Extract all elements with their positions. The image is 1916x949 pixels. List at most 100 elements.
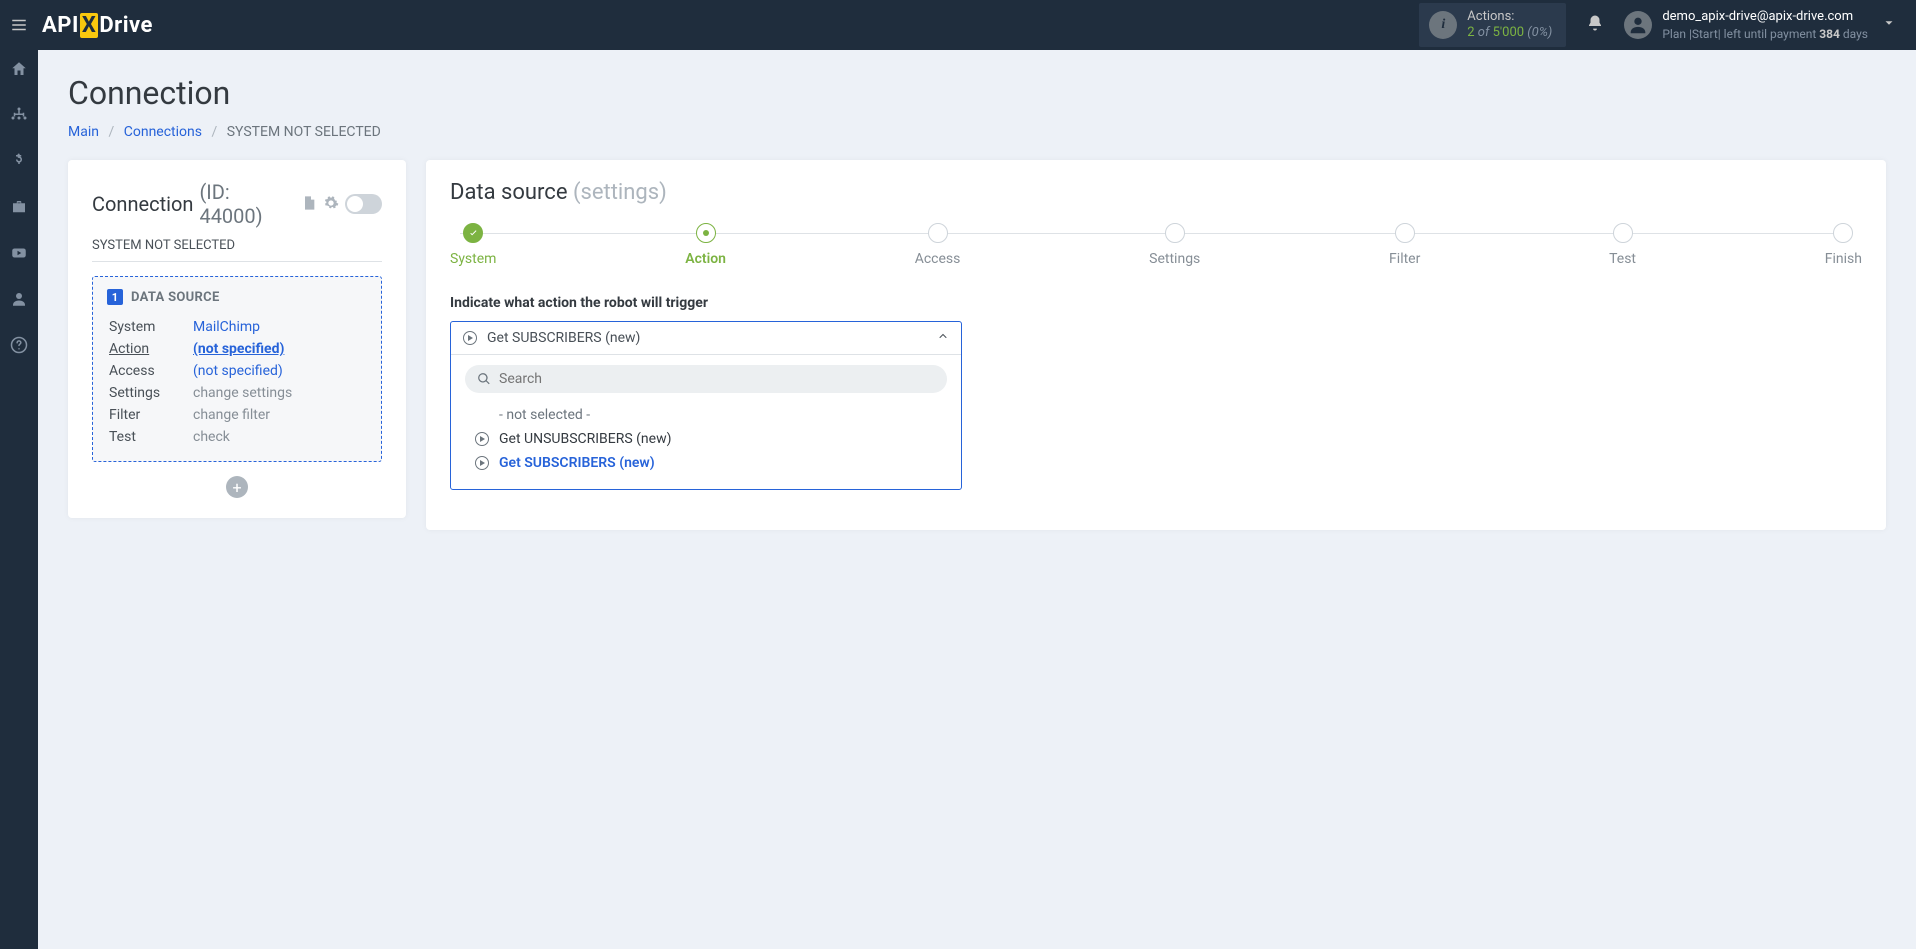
ds-badge: 1 [107,289,123,305]
chevron-down-icon[interactable] [1882,16,1896,34]
ds-box-title: 1 DATA SOURCE [107,289,367,305]
connection-title: Connection [92,192,193,216]
option-unsubscribers[interactable]: Get UNSUBSCRIBERS (new) [465,427,947,451]
connection-subhead: SYSTEM NOT SELECTED [92,238,382,262]
ds-title-text: DATA SOURCE [131,290,220,305]
nav-help[interactable] [0,326,38,364]
chevron-up-icon [937,330,949,346]
file-icon[interactable] [301,192,317,216]
val-action[interactable]: (not specified) [193,341,284,357]
step-dot [463,223,483,243]
logo[interactable]: API X Drive [42,13,153,38]
crumb-sep: / [108,124,114,140]
step-system[interactable]: System [450,223,496,267]
option-none[interactable]: - not selected - [465,403,947,427]
bell-icon[interactable] [1586,14,1604,36]
option-label: Get SUBSCRIBERS (new) [499,455,655,471]
ds-heading: Data source (settings) [450,180,1862,205]
actions-text: Actions: 2 of 5'000 (0%) [1467,9,1552,40]
page-title: Connection [68,74,1886,112]
step-finish[interactable]: Finish [1825,223,1862,267]
nav-connections[interactable] [0,96,38,134]
crumb-current: SYSTEM NOT SELECTED [227,124,381,140]
nav-briefcase[interactable] [0,188,38,226]
row-action: Action(not specified) [109,339,365,359]
step-label: Filter [1389,251,1420,267]
row: Connection (ID: 44000) SYSTEM NOT SELECT… [68,160,1886,530]
nav-account[interactable] [0,280,38,318]
step-label: Access [915,251,961,267]
step-settings[interactable]: Settings [1149,223,1200,267]
step-dot [1833,223,1853,243]
user-text: demo_apix-drive@apix-drive.com Plan |Sta… [1662,9,1868,41]
val-settings[interactable]: change settings [193,383,365,403]
user-plan: Plan |Start| left until payment 384 days [1662,27,1868,41]
val-system[interactable]: MailChimp [193,317,365,337]
step-label: Finish [1825,251,1862,267]
step-test[interactable]: Test [1609,223,1636,267]
content: Connection Main / Connections / SYSTEM N… [38,50,1916,554]
search-input-wrap [465,365,947,393]
connection-id: (ID: 44000) [199,180,295,228]
actions-label: Actions: [1467,9,1552,25]
step-access[interactable]: Access [915,223,961,267]
step-label: Settings [1149,251,1200,267]
connection-head: Connection (ID: 44000) [92,180,382,228]
row-system: SystemMailChimp [109,317,365,337]
step-dot [1165,223,1185,243]
field-label: Indicate what action the robot will trig… [450,295,1862,311]
search-input[interactable] [499,371,935,387]
avatar [1624,11,1652,39]
lbl-access: Access [109,361,191,381]
breadcrumb: Main / Connections / SYSTEM NOT SELECTED [68,124,1886,140]
lbl-action: Action [109,339,191,359]
add-button[interactable]: + [226,476,248,498]
data-source-box: 1 DATA SOURCE SystemMailChimp Action(not… [92,276,382,462]
step-label: Test [1609,251,1636,267]
search-icon [477,372,491,386]
user-email: demo_apix-drive@apix-drive.com [1662,9,1868,25]
val-access[interactable]: (not specified) [193,361,365,381]
crumb-sep: / [211,124,217,140]
selected-text: Get SUBSCRIBERS (new) [487,330,640,346]
header: API X Drive i Actions: 2 of 5'000 (0%) d… [0,0,1916,50]
nav-billing[interactable] [0,142,38,180]
logo-text-1: API [42,13,79,38]
nav-video[interactable] [0,234,38,272]
crumb-main[interactable]: Main [68,124,99,140]
lbl-system: System [109,317,191,337]
val-test[interactable]: check [193,427,365,447]
enable-toggle[interactable] [345,194,382,214]
plan-days-word: days [1840,27,1868,41]
val-filter[interactable]: change filter [193,405,365,425]
step-action[interactable]: Action [685,223,726,267]
dropdown-selected[interactable]: Get SUBSCRIBERS (new) [451,322,961,355]
step-dot [928,223,948,243]
crumb-connections[interactable]: Connections [124,124,202,140]
menu-toggle[interactable] [0,0,38,50]
lbl-filter: Filter [109,405,191,425]
step-filter[interactable]: Filter [1389,223,1420,267]
plan-days: 384 [1819,27,1840,41]
plan-mid: left until payment [1721,27,1820,41]
sidebar [0,0,38,949]
actions-line: 2 of 5'000 (0%) [1467,25,1552,41]
step-dot [1395,223,1415,243]
step-dot [1613,223,1633,243]
step-label: System [450,251,496,267]
ds-kv-table: SystemMailChimp Action(not specified) Ac… [107,315,367,449]
lbl-test: Test [109,427,191,447]
row-test: Testcheck [109,427,365,447]
step-dot [696,223,716,243]
plan-name: |Start| [1689,27,1721,41]
user-block[interactable]: demo_apix-drive@apix-drive.com Plan |Sta… [1624,9,1868,41]
actions-count: 2 [1467,25,1474,40]
play-icon [475,432,489,446]
nav-home[interactable] [0,50,38,88]
actions-total: 5'000 [1493,25,1525,40]
layout: Connection Main / Connections / SYSTEM N… [0,0,1916,949]
actions-box[interactable]: i Actions: 2 of 5'000 (0%) [1419,3,1566,46]
option-subscribers[interactable]: Get SUBSCRIBERS (new) [465,451,947,475]
gear-icon[interactable] [323,192,339,216]
play-icon [463,331,477,345]
